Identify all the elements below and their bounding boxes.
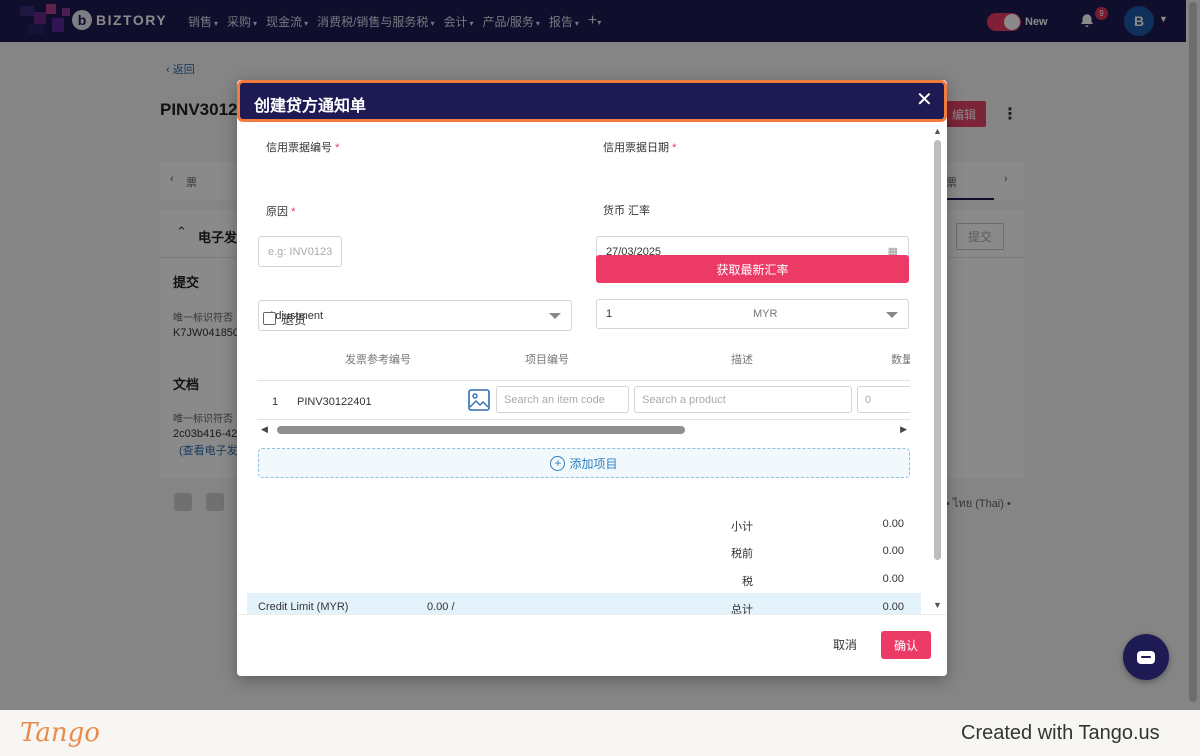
table-horizontal-scrollbar[interactable]: ◀ ▶ (261, 424, 907, 434)
exchange-rate-select[interactable]: 1 MYR (596, 299, 909, 329)
confirm-button[interactable]: 确认 (881, 631, 931, 659)
row-index: 1 (272, 396, 279, 408)
table-header-divider (257, 380, 910, 381)
pretax-value: 0.00 (882, 545, 904, 557)
add-item-label: 添加项目 (569, 456, 618, 471)
credit-limit-label: Credit Limit (MYR) (258, 601, 349, 613)
dialog-header: 创建贷方通知单 ✕ (237, 80, 947, 122)
column-header-item-code: 项目编号 (525, 354, 569, 366)
required-marker: * (672, 142, 677, 154)
chevron-down-icon (549, 313, 561, 319)
total-label: 总计 (731, 604, 753, 614)
column-header-description: 描述 (731, 354, 753, 366)
table-row-divider (257, 419, 910, 420)
tax-label: 税 (742, 576, 753, 588)
label-text: 原因 (266, 206, 288, 218)
add-item-button[interactable]: + 添加项目 (258, 448, 910, 478)
currency-rate-label: 货币 汇率 (603, 205, 651, 217)
dialog-body: ▲ ▼ 信用票据编号 * e.g: INV0123 信用票据日期 * 27/03… (237, 122, 947, 614)
scroll-up-icon[interactable]: ▲ (933, 126, 942, 136)
total-value: 0.00 (882, 601, 904, 613)
label-text: 信用票据编号 (266, 142, 332, 154)
reason-label: 原因 * (266, 203, 295, 219)
credit-note-date-label: 信用票据日期 * (603, 139, 676, 155)
pretax-label: 税前 (731, 548, 753, 560)
required-marker: * (335, 142, 340, 154)
subtotal-label: 小计 (731, 521, 753, 533)
get-latest-rate-button[interactable]: 获取最新汇率 (596, 255, 909, 283)
scroll-left-icon[interactable]: ◀ (261, 424, 268, 435)
image-icon[interactable] (467, 388, 491, 412)
label-text: 信用票据日期 (603, 142, 669, 154)
required-marker: * (291, 206, 296, 218)
close-icon[interactable]: ✕ (916, 90, 933, 110)
dialog-scrollbar[interactable]: ▲ ▼ (933, 126, 943, 614)
product-search-input[interactable]: Search a product (634, 386, 852, 413)
created-with-text: Created with Tango.us (961, 722, 1160, 744)
currency-value: MYR (753, 308, 778, 320)
quantity-input[interactable]: 0 (857, 386, 910, 413)
dialog-title: 创建贷方通知单 (254, 98, 367, 115)
credit-note-number-label: 信用票据编号 * (266, 139, 339, 155)
rate-value: 1 (606, 308, 613, 320)
column-header-quantity: 数量 (891, 354, 910, 366)
subtotal-value: 0.00 (882, 518, 904, 530)
cancel-button[interactable]: 取消 (833, 636, 857, 653)
invoice-ref-cell: PINV30122401 (297, 396, 372, 408)
return-checkbox[interactable] (263, 312, 276, 325)
credit-note-number-input[interactable]: e.g: INV0123 (258, 236, 343, 267)
chat-support-button[interactable] (1123, 634, 1169, 680)
tango-footer: Tango Created with Tango.us (0, 710, 1200, 756)
tango-logo: Tango (20, 718, 100, 748)
scroll-down-icon[interactable]: ▼ (933, 600, 942, 610)
column-header-invoice-ref: 发票参考编号 (345, 354, 411, 366)
scrollbar-thumb[interactable] (277, 426, 685, 434)
add-circle-icon: + (550, 455, 566, 471)
scrollbar-thumb[interactable] (934, 140, 941, 560)
credit-limit-value: 0.00 / (427, 601, 455, 613)
dialog-footer: 取消 确认 (237, 614, 947, 676)
chevron-down-icon (886, 312, 898, 318)
item-code-search-input[interactable]: Search an item code (496, 386, 629, 413)
create-credit-note-dialog: 创建贷方通知单 ✕ ▲ ▼ 信用票据编号 * e.g: INV0123 信用票据… (237, 80, 947, 676)
tax-value: 0.00 (882, 573, 904, 585)
scroll-right-icon[interactable]: ▶ (900, 424, 907, 435)
chat-icon (1137, 650, 1155, 664)
return-label: 退货 (282, 313, 307, 327)
